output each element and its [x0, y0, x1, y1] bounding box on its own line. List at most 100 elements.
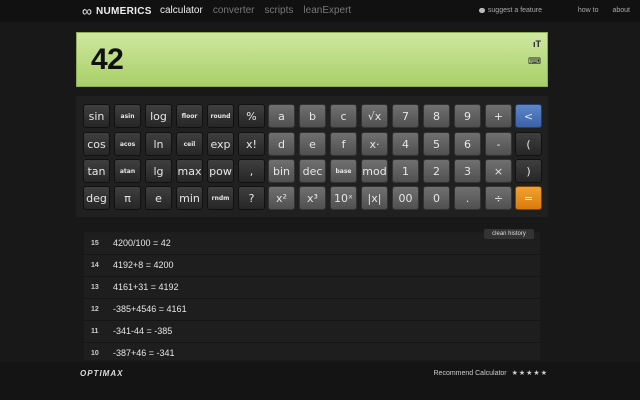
key-ceil[interactable]: ceil: [176, 132, 203, 156]
clear-history-button[interactable]: clean history: [484, 229, 534, 239]
main-nav: calculator converter scripts leanExpert: [160, 5, 351, 16]
key-x46[interactable]: .: [454, 186, 481, 210]
history-row[interactable]: 11 -341-44 = -385: [84, 321, 540, 343]
key-7[interactable]: 7: [392, 104, 419, 128]
key-x44[interactable]: ,: [238, 159, 265, 183]
key-e[interactable]: e: [299, 132, 326, 156]
key-sin[interactable]: sin: [83, 104, 110, 128]
history-expression: 4200/100 = 42: [113, 238, 171, 248]
text-size-icon[interactable]: ıT: [533, 39, 541, 49]
key-x43[interactable]: +: [485, 104, 512, 128]
about-link[interactable]: about: [612, 7, 630, 14]
key-1[interactable]: 1: [392, 159, 419, 183]
key-asin[interactable]: asin: [114, 104, 141, 128]
footer: OPTIMAX Recommend Calculator ★★★★★: [0, 362, 640, 400]
history-expression: -341-44 = -385: [113, 326, 173, 336]
key-3[interactable]: 3: [454, 159, 481, 183]
key-9[interactable]: 9: [454, 104, 481, 128]
history-index: 11: [91, 328, 99, 335]
key-xx178[interactable]: x²: [268, 186, 295, 210]
key-x247[interactable]: ÷: [485, 186, 512, 210]
history-index: 10: [91, 350, 99, 357]
key-cos[interactable]: cos: [83, 132, 110, 156]
history-index: 15: [91, 240, 99, 247]
key-max[interactable]: max: [176, 159, 203, 183]
key-xx179[interactable]: x³: [299, 186, 326, 210]
nav-converter[interactable]: converter: [213, 5, 255, 16]
history-panel: 15 4200/100 = 42 14 4192+8 = 4200 13 4161+31 …: [84, 232, 540, 360]
top-bar: ∞ NUMERICS calculator converter scripts …: [0, 0, 640, 22]
key-x8730x[interactable]: √x: [361, 104, 388, 128]
key-x40[interactable]: (: [515, 132, 542, 156]
history-row[interactable]: 15 4200/100 = 42: [84, 233, 540, 255]
key-10x739[interactable]: 10ˣ: [330, 186, 357, 210]
key-atan[interactable]: atan: [114, 159, 141, 183]
key-x45[interactable]: -: [485, 132, 512, 156]
key-f[interactable]: f: [330, 132, 357, 156]
history-row[interactable]: 12 -385+4546 = 4161: [84, 299, 540, 321]
recommend-label[interactable]: Recommend Calculator ★★★★★: [434, 369, 549, 377]
key-a[interactable]: a: [268, 104, 295, 128]
key-2[interactable]: 2: [423, 159, 450, 183]
key-x215[interactable]: ×: [485, 159, 512, 183]
suggest-label: suggest a feature: [487, 7, 542, 14]
key-0[interactable]: 0: [423, 186, 450, 210]
key-x41[interactable]: ): [515, 159, 542, 183]
key-ln[interactable]: ln: [145, 132, 172, 156]
key-e[interactable]: e: [145, 186, 172, 210]
key-lg[interactable]: lg: [145, 159, 172, 183]
key-tan[interactable]: tan: [83, 159, 110, 183]
howto-link[interactable]: how to: [578, 7, 599, 14]
key-base[interactable]: base: [330, 159, 357, 183]
brand[interactable]: ∞ NUMERICS: [82, 4, 152, 18]
key-floor[interactable]: floor: [176, 104, 203, 128]
key-b[interactable]: b: [299, 104, 326, 128]
nav-calculator[interactable]: calculator: [160, 5, 203, 16]
history-row[interactable]: 10 -387+46 = -341: [84, 343, 540, 360]
key-8[interactable]: 8: [423, 104, 450, 128]
history-index: 14: [91, 262, 99, 269]
key-x960[interactable]: π: [114, 186, 141, 210]
recommend-text: Recommend Calculator: [433, 370, 507, 377]
history-index: 13: [91, 284, 99, 291]
key-rndm[interactable]: rndm: [207, 186, 234, 210]
key-equals[interactable]: =: [515, 186, 542, 210]
key-min[interactable]: min: [176, 186, 203, 210]
key-acos[interactable]: acos: [114, 132, 141, 156]
key-x60[interactable]: <: [515, 104, 542, 128]
key-5[interactable]: 5: [423, 132, 450, 156]
suggest-link[interactable]: suggest a feature: [478, 7, 542, 14]
nav-leanexpert[interactable]: leanExpert: [303, 5, 351, 16]
key-xx33[interactable]: x!: [238, 132, 265, 156]
history-expression: -387+46 = -341: [113, 348, 175, 358]
keypad: sin asin log floor round% a b c √x 7 8 9 + < cos acos ln…: [76, 96, 548, 217]
keyboard-icon[interactable]: ⌨: [528, 56, 541, 67]
key-mod[interactable]: mod: [361, 159, 388, 183]
key-pow[interactable]: pow: [207, 159, 234, 183]
history-expression: -385+4546 = 4161: [113, 304, 187, 314]
key-4[interactable]: 4: [392, 132, 419, 156]
key-round[interactable]: round: [207, 104, 234, 128]
key-d[interactable]: d: [268, 132, 295, 156]
history-expression: 4192+8 = 4200: [113, 260, 174, 270]
history-index: 12: [91, 306, 99, 313]
top-links: how to about: [578, 7, 630, 14]
history-row[interactable]: 13 4161+31 = 4192: [84, 277, 540, 299]
key-bin[interactable]: bin: [268, 159, 295, 183]
nav-scripts[interactable]: scripts: [265, 5, 294, 16]
key-exp[interactable]: exp: [207, 132, 234, 156]
key-x63[interactable]: ?: [238, 186, 265, 210]
key-xx183[interactable]: x·: [361, 132, 388, 156]
key-dec[interactable]: dec: [299, 159, 326, 183]
history-row[interactable]: 14 4192+8 = 4200: [84, 255, 540, 277]
key-x124xx124[interactable]: |x|: [361, 186, 388, 210]
key-x37[interactable]: %: [238, 104, 265, 128]
key-deg[interactable]: deg: [83, 186, 110, 210]
key-c[interactable]: c: [330, 104, 357, 128]
key-6[interactable]: 6: [454, 132, 481, 156]
speech-bubble-icon: [478, 8, 485, 13]
optimax-logo[interactable]: OPTIMAX: [80, 369, 123, 378]
rating-stars[interactable]: ★★★★★: [512, 370, 548, 377]
key-00[interactable]: 00: [392, 186, 419, 210]
key-log[interactable]: log: [145, 104, 172, 128]
